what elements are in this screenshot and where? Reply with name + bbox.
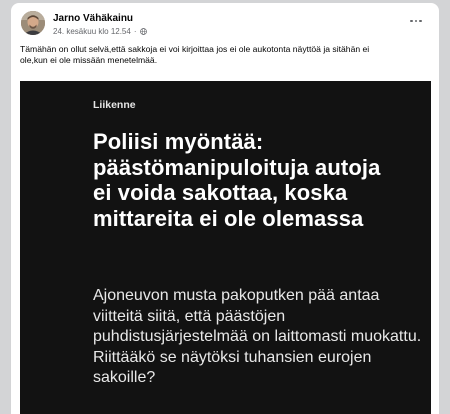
post-meta: 24. kesäkuu klo 12.54 · [53,27,147,36]
more-dot [419,19,422,23]
more-dot [414,19,418,23]
article-headline: Poliisi myöntää: päästömanipuloituja aut… [93,129,381,231]
shared-article-image[interactable]: Liikenne Poliisi myöntää: päästömanipulo… [20,81,431,414]
meta-separator: · [133,27,137,36]
author-name[interactable]: Jarno Vähäkainu [53,13,133,24]
post-timestamp[interactable]: 24. kesäkuu klo 12.54 [53,27,131,36]
more-options-icon[interactable] [407,16,425,26]
article-lead: Ajoneuvon musta pakoputken pää antaa vii… [93,287,422,387]
post-text: Tämähän on ollut selvä,että sakkoja ei v… [20,44,432,66]
post-header: Jarno Vähäkainu 24. kesäkuu klo 12.54 · [11,3,439,43]
post-text-line: Tämähän on ollut selvä,että sakkoja ei v… [20,44,370,54]
facebook-post: Jarno Vähäkainu 24. kesäkuu klo 12.54 · … [11,3,439,414]
post-text-line: ole,kun ei ole missään menetelmää. [20,55,158,65]
globe-icon [139,28,147,35]
avatar-photo [21,11,45,35]
more-dot [410,19,413,23]
article-category: Liikenne [93,99,136,111]
avatar[interactable] [21,11,45,35]
